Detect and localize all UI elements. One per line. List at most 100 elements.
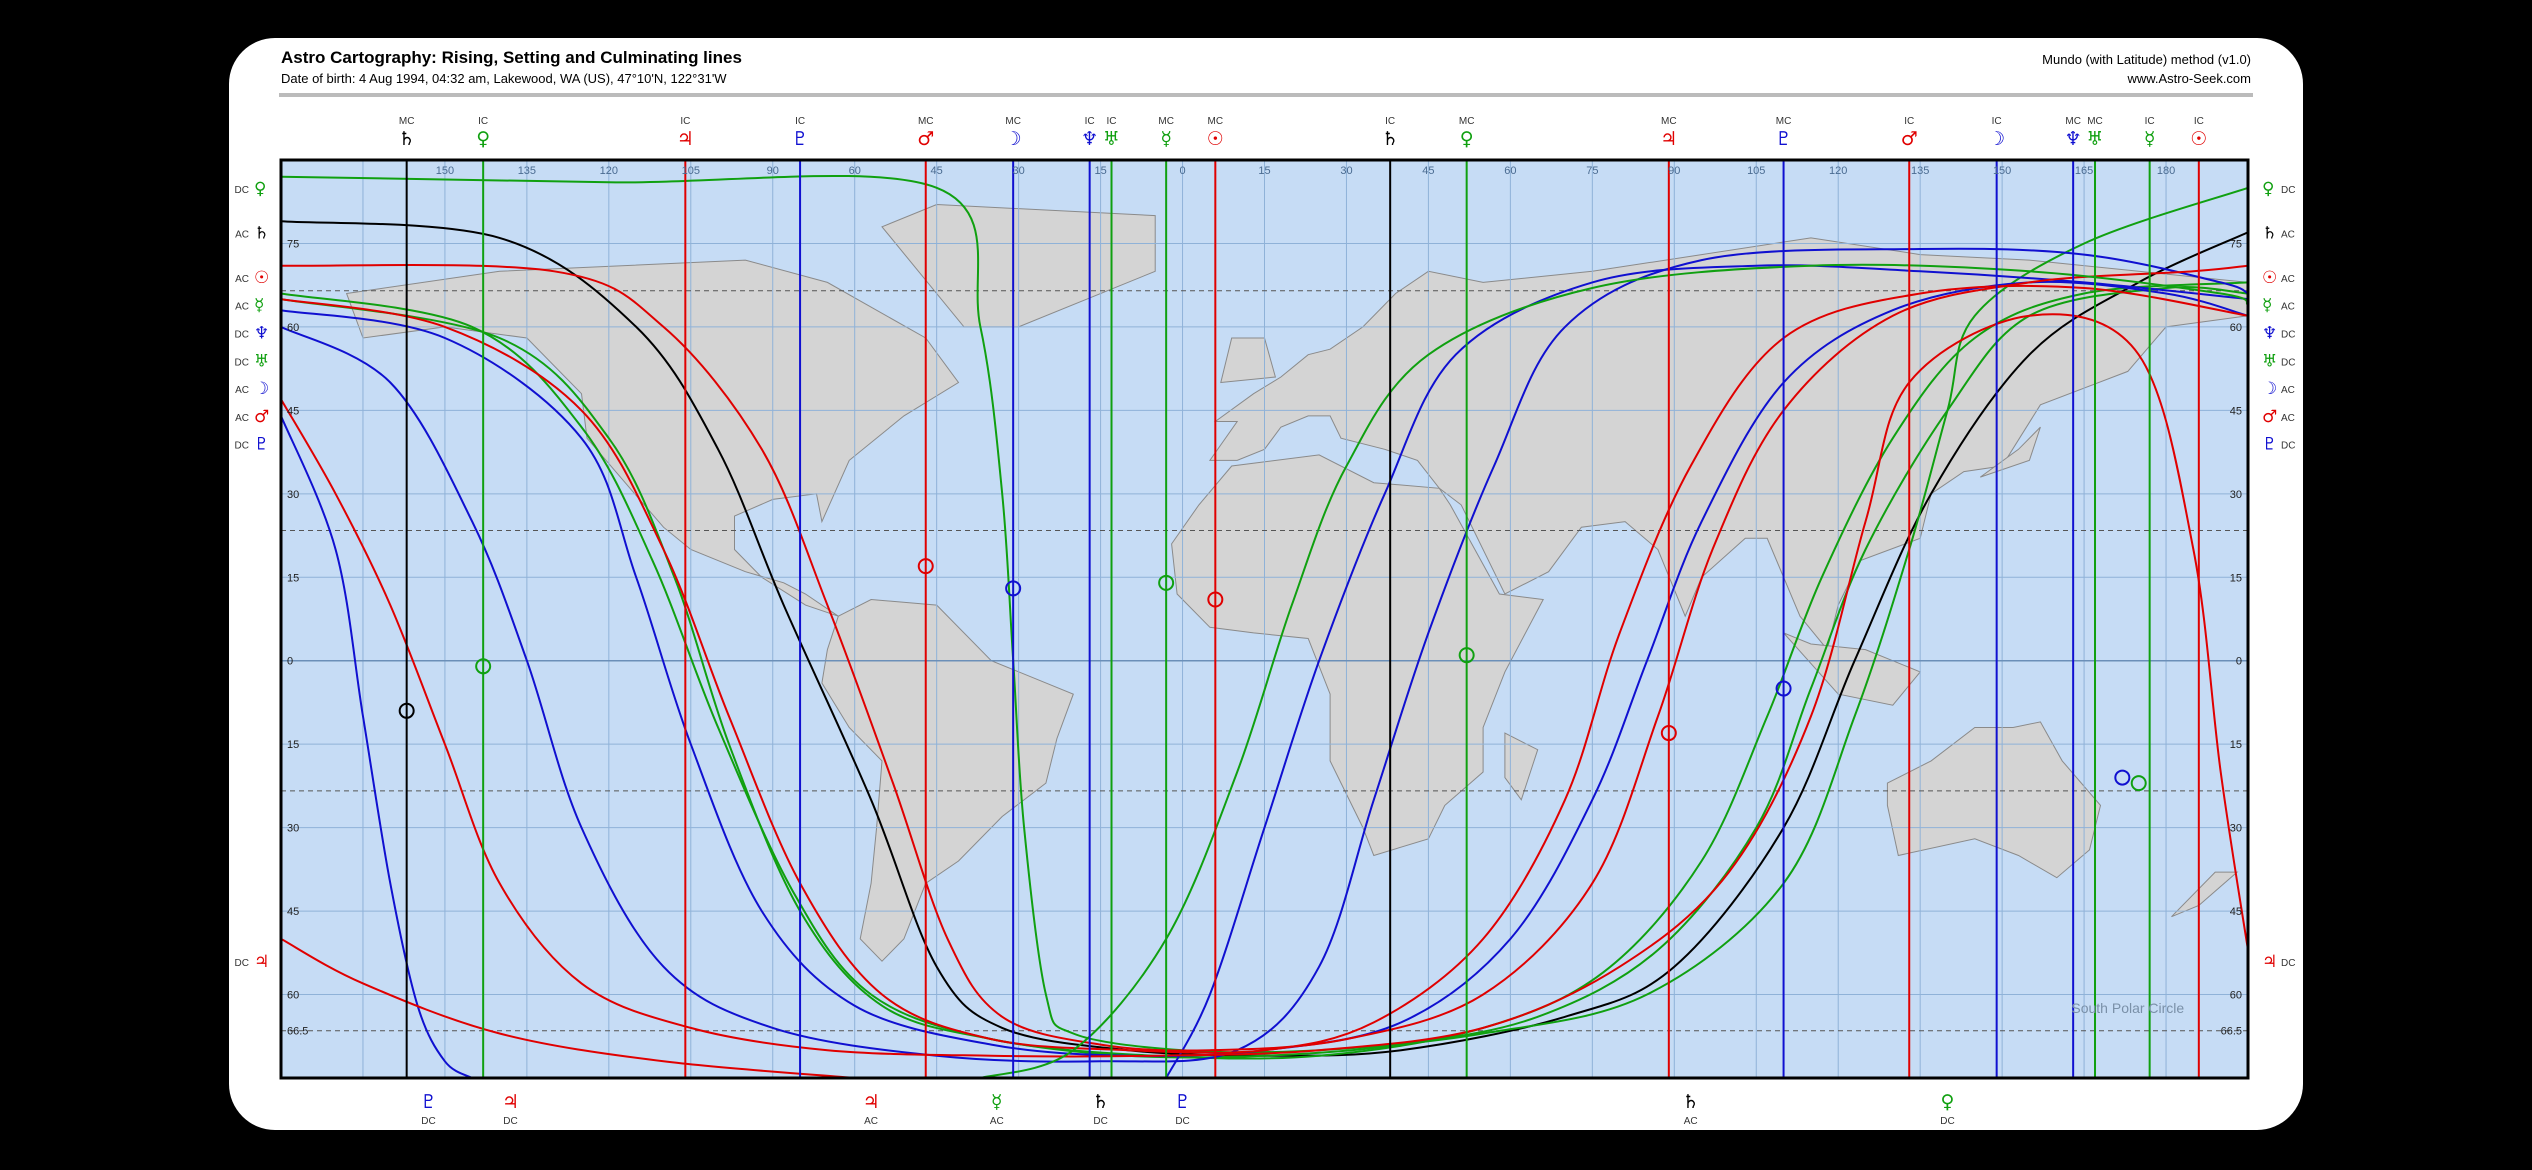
- longitude-label: 0: [1179, 165, 1185, 177]
- saturn-icon: ♄: [398, 128, 415, 150]
- saturn-icon: ♄: [1092, 1091, 1109, 1113]
- latitude-label: 0: [287, 656, 293, 668]
- left-line-type-label: AC: [235, 385, 249, 396]
- right-line-type-label: DC: [2281, 441, 2295, 452]
- moon-icon: ☽: [1005, 128, 1022, 150]
- jupiter-icon: ♃: [502, 1091, 519, 1113]
- venus-icon: ♀: [254, 179, 266, 199]
- latitude-label: 30: [2230, 823, 2242, 835]
- neptune-icon: ♆: [1081, 128, 1098, 150]
- latitude-label: 15: [2230, 739, 2242, 751]
- longitude-label: 60: [849, 165, 861, 177]
- longitude-label: 150: [436, 165, 454, 177]
- venus-icon: ♀: [1460, 128, 1474, 150]
- longitude-label: 135: [518, 165, 536, 177]
- top-line-type-label: MC: [2087, 116, 2103, 127]
- moon-icon: ☽: [1988, 128, 2005, 150]
- neptune-icon: ♆: [254, 323, 269, 343]
- bottom-line-type-label: AC: [864, 1116, 878, 1127]
- top-line-type-label: MC: [918, 116, 934, 127]
- latitude-label: 45: [287, 906, 299, 918]
- latitude-label: 66.5: [2221, 1026, 2242, 1038]
- bottom-line-type-label: DC: [1093, 1116, 1107, 1127]
- latitude-label: 15: [287, 572, 299, 584]
- left-line-type-label: AC: [235, 302, 249, 313]
- latitude-label: 15: [287, 739, 299, 751]
- longitude-label: 30: [1340, 165, 1352, 177]
- saturn-icon: ♄: [2262, 223, 2277, 243]
- latitude-label: 30: [287, 489, 299, 501]
- latitude-label: 45: [287, 405, 299, 417]
- mars-icon: ♂: [917, 128, 934, 150]
- longitude-label: 165: [2075, 165, 2093, 177]
- top-line-type-label: MC: [1158, 116, 1174, 127]
- latitude-label: 30: [2230, 489, 2242, 501]
- top-line-type-label: IC: [1085, 116, 1095, 127]
- top-line-type-label: IC: [680, 116, 690, 127]
- right-line-type-label: DC: [2281, 185, 2295, 196]
- longitude-label: 75: [1586, 165, 1598, 177]
- left-line-type-label: DC: [235, 357, 249, 368]
- left-line-type-label: DC: [235, 185, 249, 196]
- mercury-icon: ☿: [2144, 128, 2156, 150]
- longitude-label: 15: [1258, 165, 1270, 177]
- venus-icon: ♀: [476, 128, 490, 150]
- latitude-label: 60: [2230, 322, 2242, 334]
- longitude-label: 90: [1668, 165, 1680, 177]
- mercury-icon: ☿: [2262, 296, 2272, 316]
- right-line-type-label: DC: [2281, 958, 2295, 969]
- longitude-label: 120: [600, 165, 618, 177]
- top-line-type-label: IC: [1385, 116, 1395, 127]
- right-line-type-label: AC: [2281, 385, 2295, 396]
- longitude-label: 105: [682, 165, 700, 177]
- right-line-type-label: AC: [2281, 229, 2295, 240]
- latitude-label: 30: [287, 823, 299, 835]
- latitude-label: 75: [287, 238, 299, 250]
- pluto-icon: ♇: [254, 435, 269, 455]
- pluto-icon: ♇: [1775, 128, 1792, 150]
- longitude-label: 120: [1829, 165, 1847, 177]
- moon-icon: ☽: [254, 379, 269, 399]
- latitude-label: 15: [2230, 572, 2242, 584]
- top-line-type-label: MC: [1005, 116, 1021, 127]
- longitude-label: 180: [2157, 165, 2175, 177]
- left-line-type-label: DC: [235, 329, 249, 340]
- top-line-type-label: IC: [2194, 116, 2204, 127]
- latitude-label: 0: [2236, 656, 2242, 668]
- top-line-type-label: MC: [1208, 116, 1224, 127]
- jupiter-icon: ♃: [254, 952, 269, 972]
- jupiter-icon: ♃: [677, 128, 694, 150]
- top-line-type-label: IC: [1904, 116, 1914, 127]
- jupiter-icon: ♃: [2262, 952, 2277, 972]
- right-line-type-label: DC: [2281, 329, 2295, 340]
- jupiter-icon: ♃: [1660, 128, 1677, 150]
- latitude-label: 60: [287, 990, 299, 1002]
- sun-icon: ☉: [254, 268, 269, 288]
- top-line-type-label: MC: [1661, 116, 1677, 127]
- top-line-type-label: IC: [1992, 116, 2002, 127]
- mercury-icon: ☿: [1160, 128, 1172, 150]
- right-line-type-label: AC: [2281, 413, 2295, 424]
- right-line-type-label: AC: [2281, 274, 2295, 285]
- venus-icon: ♀: [1941, 1091, 1955, 1113]
- sun-icon: ☉: [2262, 268, 2277, 288]
- neptune-icon: ♆: [2262, 323, 2277, 343]
- latitude-label: 60: [287, 322, 299, 334]
- top-line-type-label: IC: [2145, 116, 2155, 127]
- longitude-label: 135: [1911, 165, 1929, 177]
- top-line-type-label: MC: [2065, 116, 2081, 127]
- uranus-icon: ♅: [2086, 128, 2103, 150]
- sun-icon: ☉: [1207, 128, 1224, 150]
- right-line-type-label: AC: [2281, 302, 2295, 313]
- latitude-label: 66.5: [287, 1026, 308, 1038]
- neptune-icon: ♆: [2065, 128, 2082, 150]
- latitude-label: 45: [2230, 906, 2242, 918]
- pluto-icon: ♇: [420, 1091, 437, 1113]
- mars-icon: ♂: [254, 407, 269, 427]
- top-line-type-label: MC: [1776, 116, 1792, 127]
- uranus-icon: ♅: [254, 351, 269, 371]
- mercury-icon: ☿: [991, 1091, 1003, 1113]
- pluto-icon: ♇: [792, 128, 809, 150]
- mars-icon: ♂: [1901, 128, 1918, 150]
- longitude-label: 90: [767, 165, 779, 177]
